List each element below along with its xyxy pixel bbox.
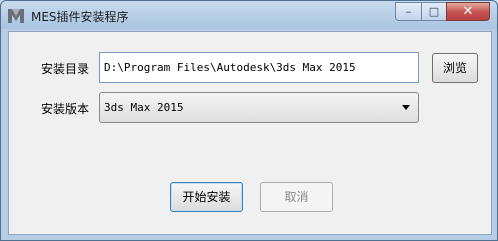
maximize-icon: □ bbox=[428, 5, 440, 18]
browse-button[interactable]: 浏览 bbox=[432, 53, 478, 83]
version-selected-value: 3ds Max 2015 bbox=[104, 101, 184, 114]
dialog-body: 安装目录 浏览 安装版本 3ds Max 2015 开始安装 取消 bbox=[8, 31, 492, 235]
app-logo-icon bbox=[8, 9, 24, 23]
install-dir-label: 安装目录 bbox=[41, 62, 90, 76]
title-bar[interactable]: MES插件安装程序 – □ ✕ bbox=[1, 1, 497, 31]
install-dir-input[interactable] bbox=[99, 52, 419, 83]
cancel-button[interactable]: 取消 bbox=[260, 182, 333, 212]
minimize-icon: – bbox=[405, 5, 412, 18]
maximize-button[interactable]: □ bbox=[421, 2, 447, 21]
start-install-button[interactable]: 开始安装 bbox=[170, 182, 243, 212]
minimize-button[interactable]: – bbox=[395, 2, 422, 21]
installer-window: MES插件安装程序 – □ ✕ 安装目录 浏览 安装版本 3ds Max 201… bbox=[0, 0, 498, 241]
close-button[interactable]: ✕ bbox=[446, 2, 490, 21]
dropdown-arrow-icon bbox=[402, 105, 410, 110]
window-title: MES插件安装程序 bbox=[31, 10, 129, 24]
close-icon: ✕ bbox=[462, 4, 474, 19]
version-label: 安装版本 bbox=[41, 102, 90, 116]
version-select[interactable]: 3ds Max 2015 bbox=[99, 92, 419, 123]
